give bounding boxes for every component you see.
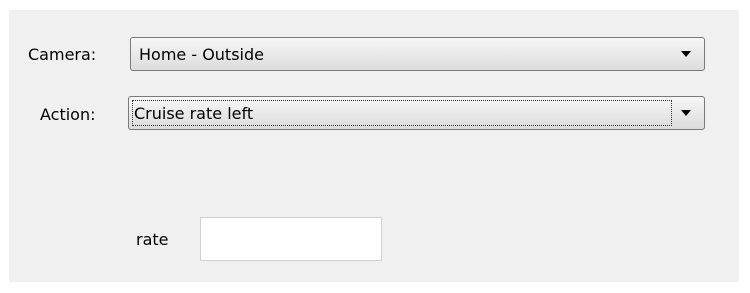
rate-input[interactable] bbox=[200, 217, 382, 261]
camera-select[interactable]: Home - Outside bbox=[130, 37, 705, 71]
rate-label: rate bbox=[136, 230, 169, 249]
chevron-down-icon bbox=[681, 51, 691, 57]
chevron-down-icon bbox=[681, 110, 691, 116]
camera-label: Camera: bbox=[28, 45, 97, 64]
action-select-value: Cruise rate left bbox=[134, 104, 254, 123]
camera-select-value: Home - Outside bbox=[139, 45, 264, 64]
action-config-panel: Camera: Home - Outside Action: Cruise ra… bbox=[9, 10, 739, 282]
action-select[interactable]: Cruise rate left bbox=[128, 96, 705, 130]
action-label: Action: bbox=[40, 105, 96, 124]
